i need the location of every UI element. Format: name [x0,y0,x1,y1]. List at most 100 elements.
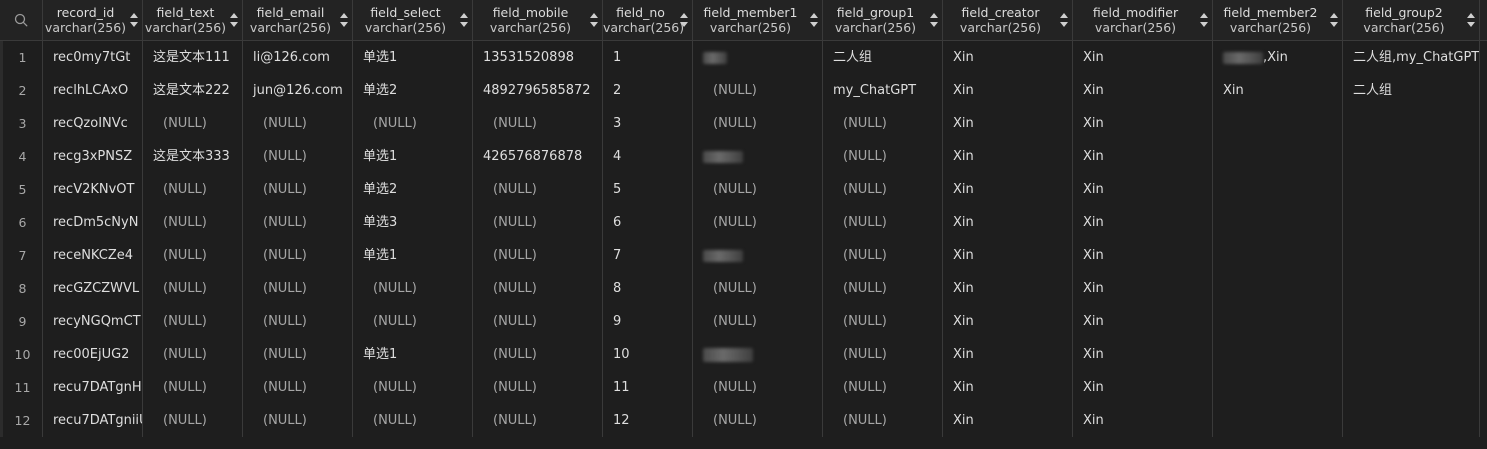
column-header-field-group2[interactable]: field_group2 varchar(256) [1343,0,1480,40]
cell-field-select[interactable]: 单选2 [353,74,473,107]
cell-field-mobile[interactable]: 426576876878 [473,140,603,173]
cell-field-creator[interactable]: Xin [943,107,1073,140]
table-row[interactable]: 1 rec0my7tGt 这是文本111 li@126.com 单选1 135315208… [0,41,1487,74]
cell-field-no[interactable]: 8 [603,272,693,305]
cell-field-member1[interactable]: (NULL) [693,404,823,437]
cell-field-no[interactable]: 4 [603,140,693,173]
cell-field-member1[interactable]: (NULL) [693,74,823,107]
table-row[interactable]: 3 recQzoINVc (NULL) (NULL) (NULL) (NULL) 3 (NUL… [0,107,1487,140]
column-header-field-mobile[interactable]: field_mobile varchar(256) [473,0,603,40]
table-row[interactable]: 6 recDm5cNyN (NULL) (NULL) 单选3 (NULL) 6 (NULL)(… [0,206,1487,239]
cell-field-member2[interactable] [1213,140,1343,173]
cell-field-member1[interactable]: (NULL) [693,305,823,338]
cell-field-group1[interactable]: (NULL) [823,338,943,371]
cell-record-id[interactable]: recDm5cNyN [43,206,143,239]
column-header-field-text[interactable]: field_text varchar(256) [143,0,243,40]
cell-field-modifier[interactable]: Xin [1073,239,1213,272]
cell-field-text[interactable]: (NULL) [143,305,243,338]
cell-field-group1[interactable]: 二人组 [823,41,943,74]
row-number[interactable]: 10 [0,338,43,371]
cell-field-member2[interactable] [1213,206,1343,239]
cell-field-email[interactable]: (NULL) [243,173,353,206]
table-row[interactable]: 8 recGZCZWVL (NULL) (NULL) (NULL) (NULL) 8 (NUL… [0,272,1487,305]
cell-field-group1[interactable]: (NULL) [823,107,943,140]
horizontal-scrollbar[interactable] [0,437,1487,449]
cell-field-creator[interactable]: Xin [943,305,1073,338]
cell-field-creator[interactable]: Xin [943,239,1073,272]
column-header-field-modifier[interactable]: field_modifier varchar(256) [1073,0,1213,40]
cell-field-no[interactable]: 3 [603,107,693,140]
cell-field-mobile[interactable]: (NULL) [473,338,603,371]
cell-field-member2[interactable]: ,Xin [1213,41,1343,74]
cell-field-member2[interactable]: Xin [1213,74,1343,107]
column-header-field-member1[interactable]: field_member1 varchar(256) [693,0,823,40]
cell-field-mobile[interactable]: 4892796585872 [473,74,603,107]
cell-field-select[interactable]: (NULL) [353,404,473,437]
cell-field-mobile[interactable]: (NULL) [473,272,603,305]
cell-field-member2[interactable] [1213,239,1343,272]
cell-field-group1[interactable]: (NULL) [823,140,943,173]
cell-field-modifier[interactable]: Xin [1073,41,1213,74]
cell-field-no[interactable]: 10 [603,338,693,371]
cell-field-email[interactable]: (NULL) [243,140,353,173]
search-button[interactable] [0,0,43,40]
cell-field-email[interactable]: li@126.com [243,41,353,74]
cell-field-creator[interactable]: Xin [943,206,1073,239]
cell-field-email[interactable]: (NULL) [243,239,353,272]
cell-field-select[interactable]: 单选3 [353,206,473,239]
cell-field-member1[interactable]: (NULL) [693,371,823,404]
cell-field-modifier[interactable]: Xin [1073,371,1213,404]
cell-field-group2[interactable]: 二人组,my_ChatGPT [1343,41,1480,74]
cell-field-no[interactable]: 7 [603,239,693,272]
table-row[interactable]: 4 recg3xPNSZ 这是文本333 (NULL) 单选1 426576876878 4… [0,140,1487,173]
cell-field-select[interactable]: (NULL) [353,371,473,404]
sort-arrows-icon[interactable] [130,13,138,27]
cell-field-group2[interactable]: 二人组 [1343,74,1480,107]
cell-field-group1[interactable]: (NULL) [823,206,943,239]
sort-arrows-icon[interactable] [590,13,598,27]
cell-field-member2[interactable] [1213,338,1343,371]
cell-field-no[interactable]: 12 [603,404,693,437]
cell-field-text[interactable]: (NULL) [143,338,243,371]
cell-field-text[interactable]: (NULL) [143,206,243,239]
cell-field-no[interactable]: 2 [603,74,693,107]
cell-field-mobile[interactable]: (NULL) [473,206,603,239]
cell-field-select[interactable]: (NULL) [353,107,473,140]
cell-field-member2[interactable] [1213,371,1343,404]
cell-field-group2[interactable] [1343,404,1480,437]
cell-field-text[interactable]: (NULL) [143,107,243,140]
cell-field-creator[interactable]: Xin [943,371,1073,404]
cell-record-id[interactable]: recu7DATgnHH [43,371,143,404]
sort-arrows-icon[interactable] [680,13,688,27]
cell-field-text[interactable]: 这是文本333 [143,140,243,173]
cell-field-modifier[interactable]: Xin [1073,338,1213,371]
table-row[interactable]: 7 receNKCZe4 (NULL) (NULL) 单选1 (NULL) 7 (NULL) X… [0,239,1487,272]
row-number[interactable]: 8 [0,272,43,305]
cell-field-member1[interactable] [693,140,823,173]
cell-field-select[interactable]: 单选1 [353,41,473,74]
cell-field-creator[interactable]: Xin [943,74,1073,107]
cell-field-mobile[interactable]: (NULL) [473,173,603,206]
column-header-field-email[interactable]: field_email varchar(256) [243,0,353,40]
cell-field-group2[interactable] [1343,371,1480,404]
row-number[interactable]: 4 [0,140,43,173]
cell-field-member2[interactable] [1213,107,1343,140]
cell-field-group2[interactable] [1343,173,1480,206]
cell-field-email[interactable]: (NULL) [243,272,353,305]
cell-record-id[interactable]: receNKCZe4 [43,239,143,272]
sort-arrows-icon[interactable] [810,13,818,27]
cell-field-group2[interactable] [1343,107,1480,140]
cell-record-id[interactable]: recg3xPNSZ [43,140,143,173]
cell-field-group1[interactable]: (NULL) [823,173,943,206]
cell-field-creator[interactable]: Xin [943,338,1073,371]
table-row[interactable]: 5 recV2KNvOT (NULL) (NULL) 单选2 (NULL) 5 (NULL)(… [0,173,1487,206]
row-number[interactable]: 6 [0,206,43,239]
cell-field-group1[interactable]: (NULL) [823,371,943,404]
cell-field-member1[interactable] [693,338,823,371]
cell-field-member1[interactable] [693,41,823,74]
cell-field-creator[interactable]: Xin [943,404,1073,437]
cell-field-select[interactable]: (NULL) [353,272,473,305]
row-number[interactable]: 2 [0,74,43,107]
column-header-field-member2[interactable]: field_member2 varchar(256) [1213,0,1343,40]
cell-field-email[interactable]: (NULL) [243,371,353,404]
